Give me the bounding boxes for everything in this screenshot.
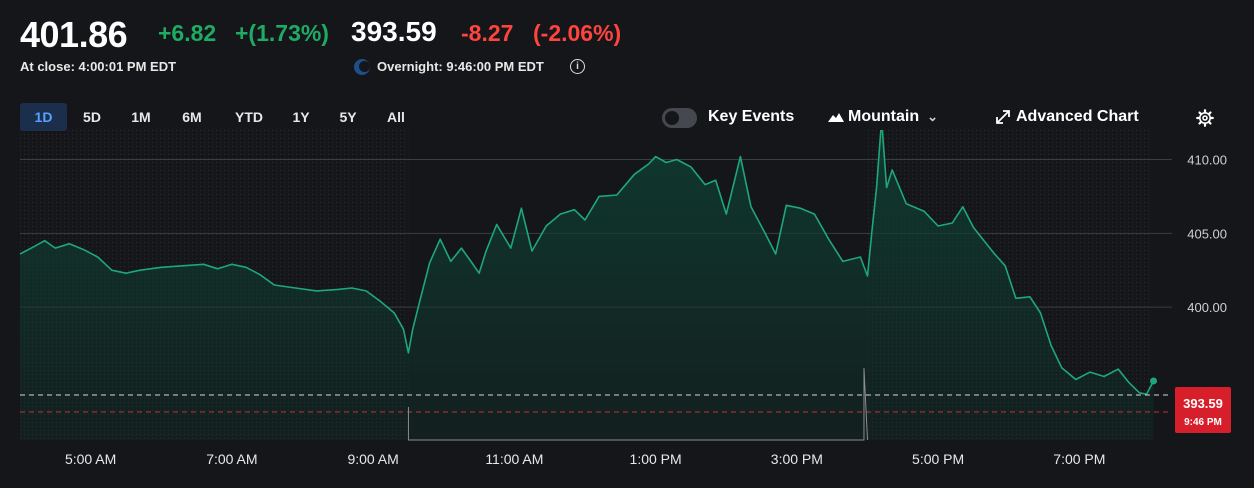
overnight-change-percent: (-2.06%) [533, 20, 622, 46]
toggle-knob [665, 111, 679, 125]
x-tick-label: 7:00 PM [1053, 451, 1105, 467]
x-tick-label: 1:00 PM [630, 451, 682, 467]
range-5y[interactable]: 5Y [330, 103, 366, 131]
range-1m[interactable]: 1M [120, 103, 162, 131]
range-ytd[interactable]: YTD [228, 103, 270, 131]
moon-icon [354, 59, 370, 75]
info-icon[interactable]: i [570, 59, 585, 74]
close-change: +6.82 [158, 20, 217, 46]
chevron-down-icon: ⌄ [927, 109, 938, 124]
current-time-label: 9:46 PM [1184, 417, 1222, 428]
x-tick-label: 5:00 AM [65, 451, 116, 467]
range-5d[interactable]: 5D [72, 103, 112, 131]
range-all[interactable]: All [378, 103, 414, 131]
overnight-time-label: Overnight: 9:46:00 PM EDT [377, 59, 544, 74]
current-price-label: 393.59 [1183, 396, 1223, 411]
y-tick-label: 400.00 [1187, 300, 1227, 315]
gear-icon [1196, 109, 1214, 127]
x-tick-label: 9:00 AM [347, 451, 398, 467]
chart-style-label: Mountain [848, 108, 920, 125]
x-tick-label: 11:00 AM [485, 451, 543, 467]
close-price: 401.86 [20, 14, 128, 55]
x-tick-label: 3:00 PM [771, 451, 823, 467]
settings-button[interactable] [1196, 109, 1214, 132]
mountain-icon [828, 112, 844, 122]
advanced-chart-button[interactable]: Advanced Chart [996, 103, 1139, 131]
x-tick-label: 5:00 PM [912, 451, 964, 467]
y-tick-label: 410.00 [1187, 153, 1227, 168]
key-events-toggle[interactable] [662, 108, 697, 128]
range-1d[interactable]: 1D [20, 103, 67, 131]
range-6m[interactable]: 6M [172, 103, 212, 131]
price-chart[interactable]: 410.00 405.00 400.00 393.59 9:46 PM 5:00 AM 7:… [0, 130, 1254, 480]
x-tick-label: 7:00 AM [206, 451, 257, 467]
quote-header: 401.86 +6.82 +(1.73%) 393.59 -8.27 (-2.0… [20, 14, 720, 84]
chart-style-dropdown[interactable]: Mountain ⌄ [828, 103, 938, 131]
close-change-percent: +(1.73%) [235, 20, 329, 46]
overnight-change: -8.27 [461, 20, 514, 46]
overnight-price: 393.59 [351, 16, 437, 47]
current-point-marker [1150, 377, 1158, 385]
key-events-label[interactable]: Key Events [708, 103, 794, 131]
expand-icon [996, 109, 1010, 124]
y-tick-label: 405.00 [1187, 226, 1227, 241]
range-1y[interactable]: 1Y [284, 103, 318, 131]
advanced-chart-label: Advanced Chart [1016, 108, 1139, 125]
close-time-label: At close: 4:00:01 PM EDT [20, 59, 177, 74]
